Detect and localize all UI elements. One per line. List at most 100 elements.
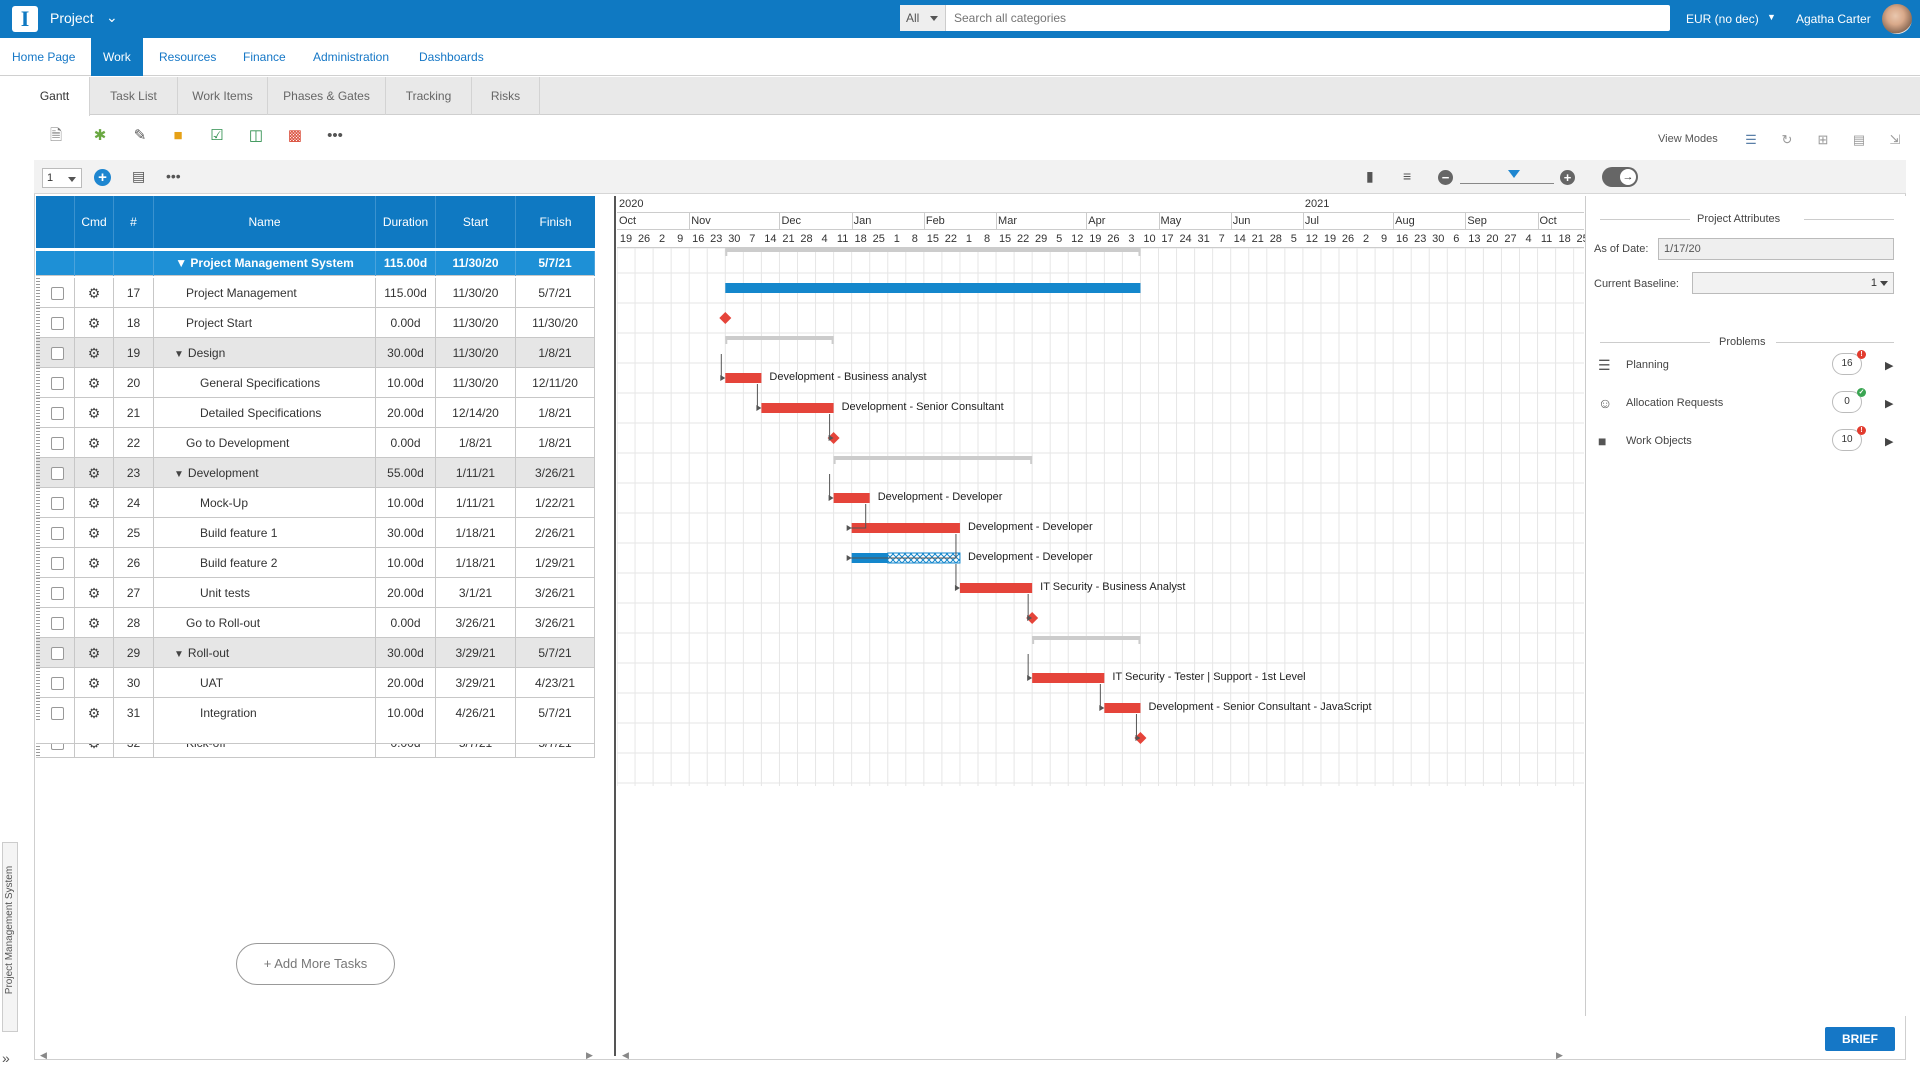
table-row[interactable]: ⚙ 29 ▼ Roll-out 30.00d 3/29/21 5/7/21 — [36, 638, 595, 668]
summary-bar-cap[interactable] — [1030, 456, 1033, 464]
zoom-slider-thumb[interactable] — [1508, 170, 1520, 184]
table-view-icon[interactable]: ▤ — [1850, 132, 1868, 148]
grid-scroll-left-icon[interactable]: ◀ — [40, 1050, 47, 1060]
row-checkbox[interactable] — [50, 497, 64, 511]
grid-vertical-scrollbar[interactable] — [595, 250, 605, 1050]
row-checkbox[interactable] — [50, 707, 64, 721]
outline-level-select[interactable]: 1 — [42, 168, 82, 188]
gear-icon[interactable]: ⚙ — [75, 548, 114, 578]
task-bar[interactable] — [725, 373, 762, 383]
table-row[interactable]: ⚙ 19 ▼ Design 30.00d 11/30/20 1/8/21 — [36, 338, 595, 368]
caret-down-icon[interactable]: ▼ — [1767, 12, 1776, 22]
tab-tracking[interactable]: Tracking — [386, 77, 472, 115]
app-logo[interactable]: I — [12, 6, 38, 32]
problem-label[interactable]: Allocation Requests — [1626, 397, 1723, 409]
nav-administration[interactable]: Administration — [301, 38, 401, 76]
add-task-icon[interactable]: + — [94, 169, 111, 186]
table-row[interactable]: ⚙ 27 Unit tests 20.00d 3/1/21 3/26/21 — [36, 578, 595, 608]
gantt-view-icon[interactable]: ☰ — [1742, 132, 1760, 148]
gear-icon[interactable]: ⚙ — [75, 518, 114, 548]
summary-bar-cap[interactable] — [1138, 248, 1141, 256]
expand-arrow-icon[interactable]: ▶ — [1885, 397, 1893, 410]
summary-bar[interactable] — [833, 456, 1033, 460]
refresh-view-icon[interactable]: ↻ — [1778, 132, 1796, 148]
problem-label[interactable]: Planning — [1626, 359, 1669, 371]
col-name[interactable]: Name — [154, 196, 376, 248]
table-row[interactable]: ⚙ 28 Go to Roll-out 0.00d 3/26/21 3/26/21 — [36, 608, 595, 638]
empty-row[interactable] — [36, 720, 595, 744]
table-row[interactable]: ⚙ 25 Build feature 1 30.00d 1/18/21 2/26/21 — [36, 518, 595, 548]
filter-icon[interactable]: ≡ — [1403, 168, 1411, 184]
col-start[interactable]: Start — [436, 196, 516, 248]
print-icon[interactable]: ▤ — [132, 168, 145, 185]
table-row[interactable]: ⚙ 22 Go to Development 0.00d 1/8/21 1/8/21 — [36, 428, 595, 458]
nav-dashboards[interactable]: Dashboards — [407, 38, 496, 76]
org-chart-icon[interactable]: ▩ — [285, 126, 305, 146]
edit-pencil-icon[interactable]: ✎ — [130, 126, 150, 146]
row-checkbox[interactable] — [50, 317, 64, 331]
search-input[interactable] — [946, 5, 1670, 31]
expand-arrow-icon[interactable]: ▶ — [1885, 435, 1893, 448]
task-bar[interactable] — [761, 403, 834, 413]
expand-arrows-icon[interactable]: » — [2, 1050, 10, 1066]
row-checkbox[interactable] — [50, 437, 64, 451]
nav-resources[interactable]: Resources — [147, 38, 228, 76]
arrow-right-icon[interactable]: → — [1620, 169, 1636, 185]
tab-task-list[interactable]: Task List — [90, 77, 178, 115]
task-bar[interactable] — [1104, 703, 1141, 713]
table-row[interactable]: ⚙ 21 Detailed Specifications 20.00d 12/14/20… — [36, 398, 595, 428]
hierarchy-icon[interactable]: ◫ — [246, 126, 266, 146]
task-bar[interactable] — [959, 583, 1033, 593]
task-bar[interactable] — [851, 523, 960, 533]
col-number[interactable]: # — [114, 196, 154, 248]
task-bar[interactable] — [1032, 673, 1105, 683]
summary-bar[interactable] — [1032, 636, 1141, 640]
gear-icon[interactable]: ⚙ — [75, 428, 114, 458]
summary-bar[interactable] — [725, 248, 1141, 252]
tab-gantt[interactable]: Gantt — [20, 77, 90, 116]
collapse-triangle-icon[interactable]: ▼ — [174, 349, 184, 360]
tab-risks[interactable]: Risks — [472, 77, 540, 115]
gear-icon[interactable]: ⚙ — [75, 308, 114, 338]
gear-icon[interactable]: ⚙ — [75, 368, 114, 398]
more-options-icon[interactable]: ••• — [166, 168, 181, 184]
as-of-date-input[interactable] — [1658, 238, 1894, 260]
approve-document-icon[interactable]: ☑ — [207, 126, 227, 146]
gear-icon[interactable]: ⚙ — [75, 398, 114, 428]
zoom-slider-track[interactable] — [1460, 183, 1554, 184]
network-view-icon[interactable]: ⊞ — [1814, 132, 1832, 148]
more-icon[interactable]: ••• — [325, 126, 345, 146]
feed-icon[interactable]: ✱ — [90, 126, 110, 146]
row-checkbox[interactable] — [50, 347, 64, 361]
summary-bar-cap[interactable] — [725, 336, 728, 344]
table-row[interactable]: ⚙ 18 Project Start 0.00d 11/30/20 11/30/20 — [36, 308, 595, 338]
project-menu-label[interactable]: Project — [50, 10, 94, 26]
new-document-icon[interactable]: 🗎 — [46, 126, 66, 146]
col-finish[interactable]: Finish — [516, 196, 595, 248]
nav-home-page[interactable]: Home Page — [0, 38, 87, 76]
nav-finance[interactable]: Finance — [231, 38, 298, 76]
gear-icon[interactable]: ⚙ — [75, 608, 114, 638]
summary-bar-cap[interactable] — [725, 248, 728, 256]
search-category-select[interactable]: All — [900, 5, 946, 31]
gear-icon[interactable]: ⚙ — [75, 638, 114, 668]
summary-bar[interactable] — [725, 336, 834, 340]
tab-phases-gates[interactable]: Phases & Gates — [268, 77, 386, 115]
table-row[interactable]: ⚙ 26 Build feature 2 10.00d 1/18/21 1/29/21 — [36, 548, 595, 578]
gear-icon[interactable]: ⚙ — [75, 578, 114, 608]
row-checkbox[interactable] — [50, 287, 64, 301]
gear-icon[interactable]: ⚙ — [75, 488, 114, 518]
project-summary-row[interactable]: ▼ Project Management System 115.00d 11/3… — [36, 251, 595, 276]
row-checkbox[interactable] — [50, 647, 64, 661]
table-row[interactable]: ⚙ 24 Mock-Up 10.00d 1/11/21 1/22/21 — [36, 488, 595, 518]
progress-bar[interactable] — [725, 283, 1141, 293]
summary-bar-cap[interactable] — [1138, 636, 1141, 644]
expand-arrow-icon[interactable]: ▶ — [1885, 359, 1893, 372]
nav-work[interactable]: Work — [91, 38, 143, 76]
pane-splitter[interactable] — [614, 196, 616, 1056]
col-cmd[interactable]: Cmd — [75, 196, 114, 248]
zoom-out-icon[interactable]: − — [1438, 170, 1453, 185]
summary-bar-cap[interactable] — [831, 336, 834, 344]
table-row[interactable]: ⚙ 20 General Specifications 10.00d 11/30/20 1… — [36, 368, 595, 398]
columns-icon[interactable]: ▮ — [1366, 168, 1374, 185]
